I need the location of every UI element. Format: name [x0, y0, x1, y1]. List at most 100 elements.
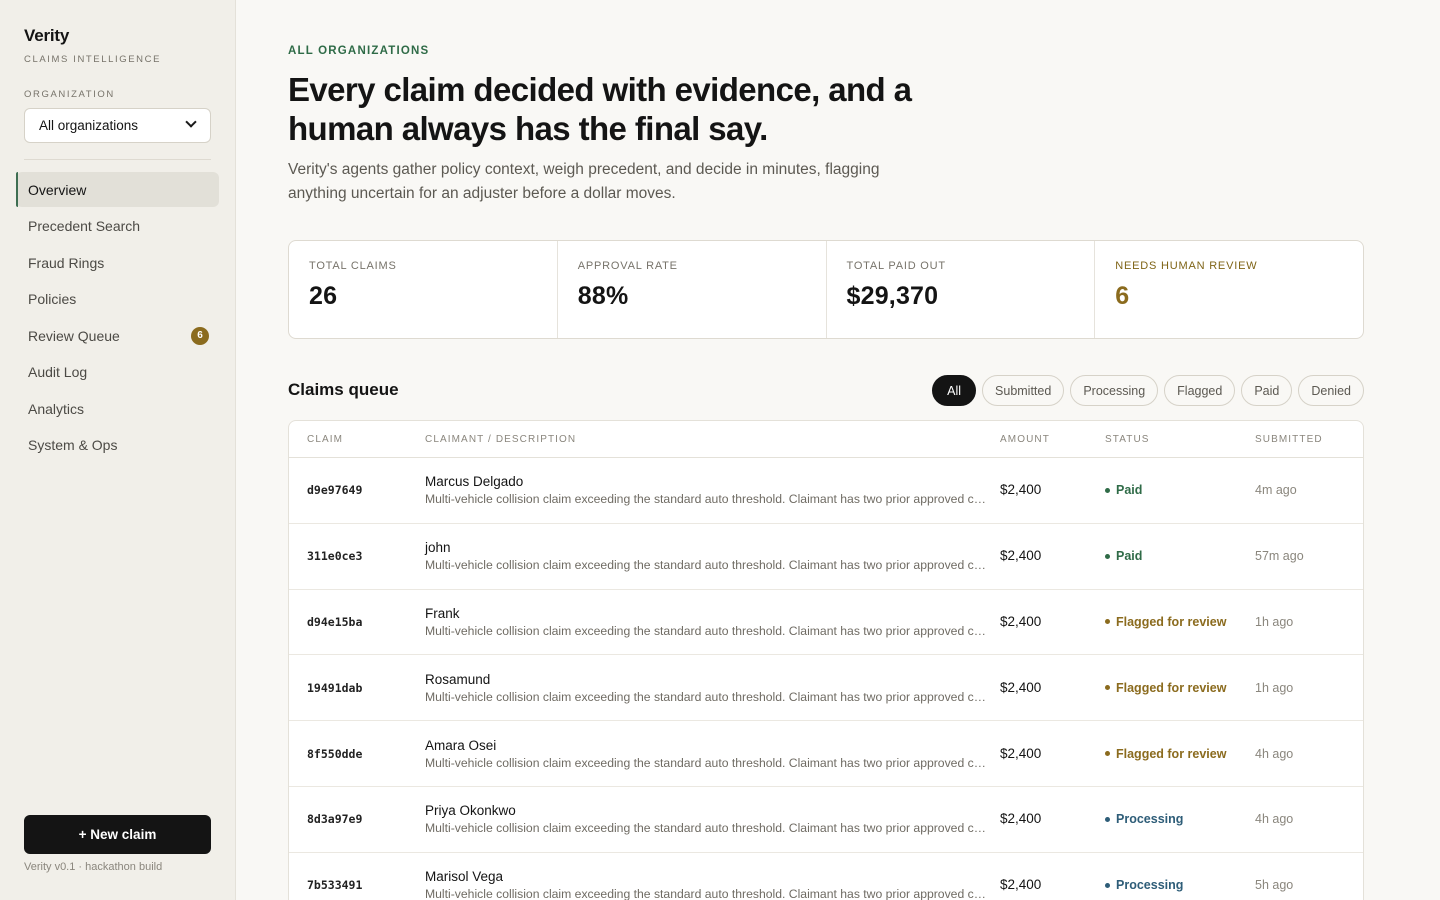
claim-amount: $2,400	[1000, 877, 1042, 893]
claim-description: Multi-vehicle collision claim exceeding …	[425, 755, 986, 770]
new-claim-button[interactable]: + New claim	[24, 815, 211, 854]
status-badge: Processing	[1105, 812, 1255, 826]
claimant-name: john	[425, 540, 451, 556]
status-text: Flagged for review	[1116, 614, 1227, 629]
chevron-down-icon	[186, 118, 196, 128]
stat-value: $29,370	[846, 282, 939, 310]
status-dot-icon	[1105, 487, 1110, 493]
claimant-name: Priya Okonkwo	[425, 803, 516, 819]
claim-amount: $2,400	[1000, 482, 1042, 498]
filter-submitted[interactable]: Submitted	[982, 375, 1065, 406]
claimant-name: Amara Osei	[425, 737, 497, 753]
status-dot-icon	[1105, 619, 1110, 625]
organization-select[interactable]: All organizations	[24, 108, 211, 143]
sidebar-item-system-ops[interactable]: System & Ops	[16, 428, 219, 463]
filter-processing[interactable]: Processing	[1070, 375, 1159, 406]
claimant-name: Rosamund	[425, 671, 491, 687]
claim-description: Multi-vehicle collision claim exceeding …	[425, 558, 986, 573]
status-text: Processing	[1116, 812, 1184, 827]
submitted-time: 1h ago	[1255, 680, 1294, 695]
stats-panel: TOTAL CLAIMS 26 APPROVAL RATE 88% TOTAL …	[288, 240, 1364, 339]
status-text: Flagged for review	[1116, 680, 1227, 695]
table-row[interactable]: 19491dab Rosamund Multi-vehicle collisio…	[289, 655, 1363, 722]
status-filters: All Submitted Processing Flagged Paid De…	[932, 375, 1364, 406]
organization-label: ORGANIZATION	[24, 89, 115, 100]
table-header: CLAIM CLAIMANT / DESCRIPTION AMOUNT STAT…	[289, 421, 1363, 458]
column-header-status[interactable]: STATUS	[1105, 434, 1255, 445]
sidebar-nav: Overview Precedent Search Fraud Rings Po…	[16, 172, 219, 464]
status-text: Paid	[1116, 549, 1143, 564]
filter-flagged[interactable]: Flagged	[1164, 375, 1236, 406]
claim-amount: $2,400	[1000, 811, 1042, 827]
stat-value: 26	[309, 282, 338, 310]
page-description: Verity's agents gather policy context, w…	[288, 161, 880, 202]
table-row[interactable]: d9e97649 Marcus Delgado Multi-vehicle co…	[289, 458, 1363, 524]
column-header-submitted[interactable]: SUBMITTED	[1255, 434, 1363, 445]
submitted-time: 4h ago	[1255, 746, 1294, 761]
table-row[interactable]: 8f550dde Amara Osei Multi-vehicle collis…	[289, 721, 1363, 787]
claim-description: Multi-vehicle collision claim exceeding …	[425, 821, 986, 836]
submitted-time: 5h ago	[1255, 878, 1294, 893]
claimant-name: Marisol Vega	[425, 869, 504, 885]
status-text: Flagged for review	[1116, 746, 1227, 761]
stat-approval-rate: APPROVAL RATE 88%	[558, 241, 827, 338]
status-dot-icon	[1105, 882, 1110, 888]
table-row[interactable]: d94e15ba Frank Multi-vehicle collision c…	[289, 590, 1363, 656]
sidebar-item-audit-log[interactable]: Audit Log	[16, 355, 219, 390]
stat-needs-human-review[interactable]: NEEDS HUMAN REVIEW 6	[1095, 241, 1363, 338]
sidebar-item-label: Precedent Search	[28, 218, 141, 234]
claim-id: d94e15ba	[307, 614, 363, 629]
claim-id: 19491dab	[307, 680, 363, 695]
sidebar-item-review-queue[interactable]: Review Queue 6	[16, 318, 219, 353]
claim-id: 8d3a97e9	[307, 812, 363, 827]
sidebar-item-label: Overview	[28, 181, 87, 198]
status-badge: Flagged for review	[1105, 615, 1255, 629]
stat-value: 88%	[577, 282, 629, 310]
page-eyebrow: ALL ORGANIZATIONS	[288, 45, 430, 57]
version-label: Verity v0.1 · hackathon build	[24, 861, 163, 873]
status-badge: Flagged for review	[1105, 747, 1255, 761]
status-badge: Flagged for review	[1105, 681, 1255, 695]
sidebar-item-overview[interactable]: Overview	[16, 172, 219, 207]
status-dot-icon	[1105, 553, 1110, 559]
sidebar-item-analytics[interactable]: Analytics	[16, 391, 219, 426]
stat-value: 6	[1115, 282, 1130, 310]
filter-paid[interactable]: Paid	[1241, 375, 1293, 406]
claim-amount: $2,400	[1000, 679, 1042, 695]
status-badge: Paid	[1105, 483, 1255, 497]
status-badge: Processing	[1105, 878, 1255, 892]
table-row[interactable]: 8d3a97e9 Priya Okonkwo Multi-vehicle col…	[289, 787, 1363, 853]
claim-amount: $2,400	[1000, 745, 1042, 761]
sidebar-item-label: System & Ops	[28, 437, 118, 453]
table-body: d9e97649 Marcus Delgado Multi-vehicle co…	[289, 458, 1363, 900]
filter-all[interactable]: All	[932, 375, 977, 406]
claim-id: d9e97649	[307, 483, 363, 498]
sidebar-item-label: Audit Log	[28, 364, 88, 380]
brand-name: Verity	[24, 26, 70, 45]
stat-label: NEEDS HUMAN REVIEW	[1115, 260, 1258, 272]
sidebar-item-precedent-search[interactable]: Precedent Search	[16, 209, 219, 244]
sidebar-item-fraud-rings[interactable]: Fraud Rings	[16, 245, 219, 280]
stat-total-claims: TOTAL CLAIMS 26	[289, 241, 558, 338]
column-header-claim[interactable]: CLAIM	[289, 434, 425, 445]
claimant-name: Frank	[425, 605, 460, 621]
sidebar-item-label: Policies	[28, 291, 77, 307]
filter-denied[interactable]: Denied	[1298, 375, 1364, 406]
claim-amount: $2,400	[1000, 548, 1042, 564]
table-row[interactable]: 7b533491 Marisol Vega Multi-vehicle coll…	[289, 853, 1363, 900]
claim-description: Multi-vehicle collision claim exceeding …	[425, 887, 986, 900]
status-badge: Paid	[1105, 549, 1255, 563]
claims-table: CLAIM CLAIMANT / DESCRIPTION AMOUNT STAT…	[288, 420, 1364, 900]
claim-amount: $2,400	[1000, 613, 1042, 629]
column-header-claimant[interactable]: CLAIMANT / DESCRIPTION	[425, 434, 1000, 445]
sidebar-item-policies[interactable]: Policies	[16, 282, 219, 317]
submitted-time: 4h ago	[1255, 812, 1294, 827]
submitted-time: 4m ago	[1255, 483, 1297, 498]
column-header-amount[interactable]: AMOUNT	[1000, 434, 1105, 445]
submitted-time: 1h ago	[1255, 614, 1294, 629]
status-dot-icon	[1105, 751, 1110, 757]
stat-label: TOTAL CLAIMS	[309, 260, 397, 272]
organization-select-value: All organizations	[39, 118, 139, 133]
table-row[interactable]: 311e0ce3 john Multi-vehicle collision cl…	[289, 524, 1363, 590]
stat-label: APPROVAL RATE	[577, 260, 678, 272]
